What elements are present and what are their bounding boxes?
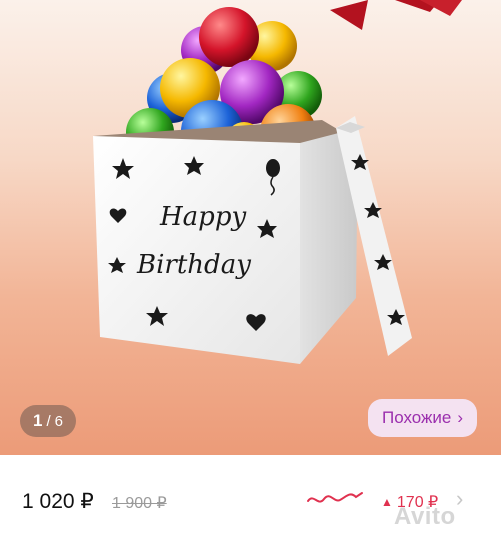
similar-button[interactable]: Похожие › <box>368 399 478 437</box>
image-counter: 1 / 6 <box>20 405 76 437</box>
price-old: 1 900 ₽ <box>112 495 167 512</box>
watermark-logo: Avito <box>394 503 456 530</box>
triangle-up-icon: ▲ <box>381 495 393 509</box>
counter-current: 1 <box>33 411 43 430</box>
similar-label: Похожие <box>382 408 452 427</box>
ribbon-decoration <box>330 0 462 30</box>
box-text-birthday: Birthday <box>136 250 251 280</box>
chevron-right-icon[interactable]: › <box>456 486 463 512</box>
price-current: 1 020 ₽ <box>22 490 94 513</box>
box-text-happy: Happy <box>159 202 246 232</box>
product-image[interactable]: Happy Birthday <box>0 0 501 455</box>
counter-total: 6 <box>54 412 63 430</box>
product-gallery[interactable]: Happy Birthday 1 / 6 Похожие › <box>0 0 501 455</box>
price-history-icon[interactable] <box>306 489 364 509</box>
chevron-right-icon: › <box>457 408 464 427</box>
counter-separator: / <box>46 412 51 430</box>
